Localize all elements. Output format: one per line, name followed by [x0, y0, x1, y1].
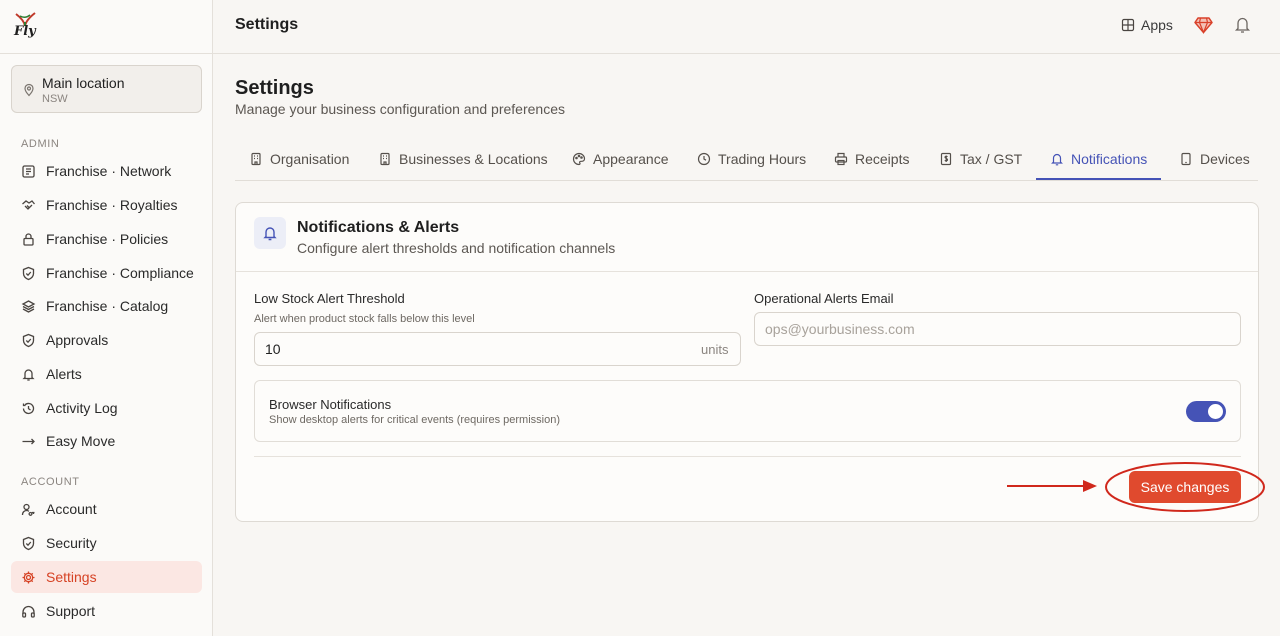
- low-stock-input[interactable]: [254, 332, 741, 366]
- network-icon: [22, 165, 35, 178]
- tab-label: Notifications: [1071, 151, 1148, 167]
- gear-icon: [22, 571, 35, 584]
- sidebar-item-label: Franchise · Royalties: [46, 197, 178, 213]
- map-pin-icon: [24, 83, 34, 97]
- save-changes-button[interactable]: Save changes: [1129, 471, 1241, 503]
- sidebar-item-easy-move[interactable]: Easy Move: [11, 425, 202, 457]
- header-divider: [0, 53, 1280, 54]
- topbar-title: Settings: [235, 16, 299, 33]
- sidebar-item-label: Alerts: [46, 366, 82, 382]
- sidebar-item-label: Franchise · Catalog: [46, 298, 169, 314]
- handshake-icon: [22, 200, 35, 210]
- logo-text: Fly: [14, 24, 36, 39]
- tab-label: Trading Hours: [718, 151, 807, 167]
- sidebar-item-alerts[interactable]: Alerts: [11, 358, 202, 390]
- sidebar-item-activity-log[interactable]: Activity Log: [11, 392, 202, 424]
- browser-notifications-subtitle: Show desktop alerts for critical events …: [269, 414, 561, 426]
- tab-label: Businesses & Locations: [399, 151, 548, 167]
- user-key-icon: [21, 503, 35, 516]
- sidebar-item-label: Activity Log: [46, 400, 118, 416]
- sidebar-item-franchise-policies[interactable]: Franchise · Policies: [11, 223, 202, 255]
- low-stock-label: Low Stock Alert Threshold: [254, 291, 405, 306]
- sidebar-item-label: Settings: [46, 569, 97, 585]
- footer-divider: [254, 456, 1241, 457]
- sidebar-item-label: Franchise · Compliance: [46, 265, 194, 281]
- gem-icon[interactable]: [1194, 16, 1213, 34]
- section-label-account: ACCOUNT: [21, 476, 80, 488]
- bell-icon: [22, 369, 35, 381]
- low-stock-help: Alert when product stock falls below thi…: [254, 313, 475, 325]
- sidebar-item-security[interactable]: Security: [11, 527, 202, 559]
- shield-icon: [22, 266, 35, 281]
- building-icon: [380, 152, 390, 166]
- lock-icon: [23, 233, 34, 246]
- headphones-icon: [22, 605, 35, 618]
- ops-email-input[interactable]: [754, 312, 1241, 346]
- sidebar-item-franchise-royalties[interactable]: Franchise · Royalties: [11, 189, 202, 221]
- tab-label: Tax / GST: [960, 151, 1023, 167]
- active-tab-indicator: [1036, 178, 1161, 180]
- shield-icon: [22, 536, 35, 551]
- sidebar: Fly Main location NSW ADMIN Franchise · …: [0, 0, 213, 636]
- palette-icon: [572, 152, 586, 166]
- printer-icon: [834, 152, 848, 166]
- sidebar-item-settings[interactable]: Settings: [11, 561, 202, 593]
- page-title: Settings: [235, 77, 314, 99]
- clock-icon: [697, 152, 711, 166]
- sidebar-item-label: Approvals: [46, 332, 109, 348]
- browser-notifications-row: Browser Notifications Show desktop alert…: [254, 380, 1241, 442]
- card-divider: [236, 271, 1258, 272]
- settings-tabs: Organisation Businesses & Locations Appe…: [235, 140, 1258, 181]
- sidebar-item-franchise-network[interactable]: Franchise · Network: [11, 155, 202, 187]
- sidebar-item-support[interactable]: Support: [11, 595, 202, 627]
- sidebar-item-label: Account: [46, 501, 97, 517]
- sidebar-item-label: Franchise · Network: [46, 163, 172, 179]
- sidebar-item-label: Security: [46, 535, 97, 551]
- location-name: Main location: [42, 75, 125, 91]
- sidebar-item-label: Support: [46, 603, 96, 619]
- shield-check-icon: [22, 333, 35, 348]
- arrow-right-icon: [22, 438, 35, 445]
- sidebar-item-franchise-catalog[interactable]: Franchise · Catalog: [11, 290, 202, 322]
- card-subtitle: Configure alert thresholds and notificat…: [297, 240, 616, 256]
- sidebar-item-account[interactable]: Account: [11, 493, 202, 525]
- tab-label: Devices: [1200, 151, 1250, 167]
- history-icon: [22, 402, 35, 415]
- tab-label: Appearance: [593, 151, 669, 167]
- card-title: Notifications & Alerts: [297, 219, 460, 236]
- tab-label: Organisation: [270, 151, 350, 167]
- receipt-dollar-icon: [940, 152, 952, 166]
- section-label-admin: ADMIN: [21, 138, 60, 150]
- location-switcher[interactable]: Main location NSW: [11, 65, 202, 113]
- grid-icon: [1121, 18, 1135, 32]
- location-region: NSW: [42, 93, 68, 105]
- bell-icon: [1051, 153, 1063, 166]
- toggle-knob: [1208, 404, 1223, 419]
- sidebar-item-franchise-compliance[interactable]: Franchise · Compliance: [11, 257, 202, 289]
- tab-label: Receipts: [855, 151, 910, 167]
- tablet-icon: [1181, 152, 1191, 166]
- building-icon: [251, 152, 261, 166]
- notifications-card: Notifications & Alerts Configure alert t…: [235, 202, 1259, 522]
- apps-label: Apps: [1141, 17, 1173, 33]
- card-icon-box: [254, 217, 286, 249]
- sidebar-item-label: Easy Move: [46, 433, 116, 449]
- browser-notifications-title: Browser Notifications: [269, 397, 392, 412]
- ops-email-label: Operational Alerts Email: [754, 291, 894, 306]
- units-suffix: units: [701, 342, 729, 357]
- page-subtitle: Manage your business configuration and p…: [235, 101, 565, 117]
- bell-icon: [263, 227, 277, 241]
- layers-icon: [21, 300, 36, 313]
- sidebar-item-approvals[interactable]: Approvals: [11, 324, 202, 356]
- bell-icon[interactable]: [1234, 15, 1251, 34]
- sidebar-item-label: Franchise · Policies: [46, 231, 169, 247]
- browser-notifications-toggle[interactable]: [1186, 401, 1226, 422]
